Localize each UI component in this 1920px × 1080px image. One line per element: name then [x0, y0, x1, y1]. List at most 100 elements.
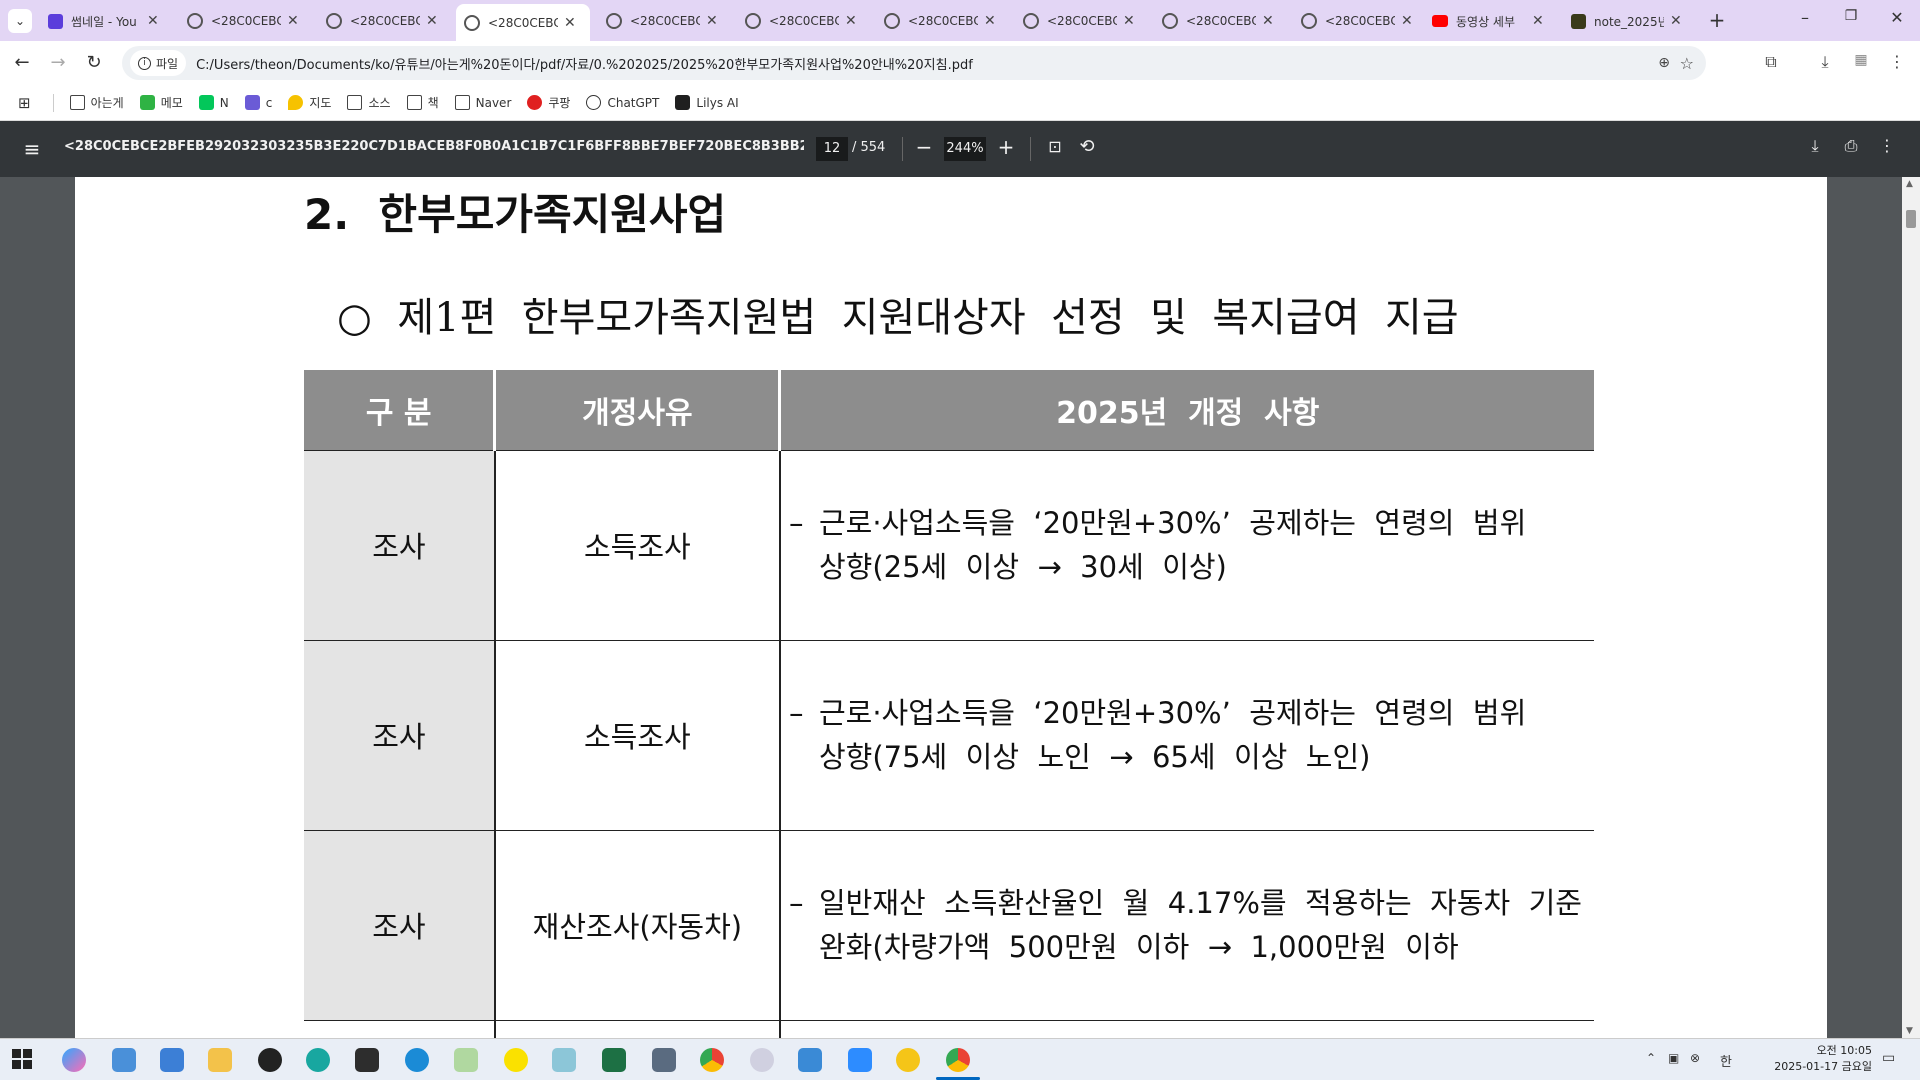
close-icon[interactable]: ✕	[147, 13, 159, 29]
scroll-down-arrow[interactable]: ▼	[1906, 1026, 1913, 1036]
bookmark-star-icon[interactable]: ☆	[1680, 54, 1694, 73]
app-icon[interactable]	[798, 1048, 822, 1072]
app-icon[interactable]	[306, 1048, 330, 1072]
scroll-up-arrow[interactable]: ▲	[1906, 179, 1913, 189]
copilot-icon[interactable]	[62, 1048, 86, 1072]
tab-2[interactable]: <28C0CEBCE ✕	[318, 6, 448, 36]
close-icon[interactable]: ✕	[426, 13, 438, 29]
notepad-icon[interactable]	[160, 1048, 184, 1072]
apps-grid-icon[interactable]: ⊞	[18, 94, 31, 112]
restore-button[interactable]: ❐	[1836, 8, 1866, 32]
site-info-chip[interactable]: i 파일	[130, 50, 187, 76]
minimize-button[interactable]: –	[1790, 8, 1820, 32]
start-button[interactable]	[12, 1049, 32, 1069]
tab-6[interactable]: <28C0CEBCE ✕	[876, 6, 1006, 36]
scrollbar-thumb[interactable]	[1906, 210, 1916, 228]
chrome-icon[interactable]	[946, 1048, 970, 1072]
page-number-input[interactable]: 12	[816, 137, 848, 161]
zoom-icon[interactable]: ⊕	[1658, 55, 1670, 71]
menu-button[interactable]: ⋮	[1886, 52, 1908, 74]
tab-7[interactable]: <28C0CEBCE ✕	[1015, 6, 1145, 36]
back-button[interactable]: ←	[10, 51, 34, 75]
globe-icon	[1301, 13, 1317, 29]
bookmark-item[interactable]: Naver	[454, 95, 511, 110]
bookmark-item[interactable]: 메모	[139, 94, 183, 111]
tab-10[interactable]: 동영상 세부 ✕	[1424, 6, 1554, 36]
more-vert-icon: ⋮	[1879, 136, 1895, 155]
close-icon[interactable]: ✕	[1670, 13, 1682, 29]
ime-indicator[interactable]: 한	[1720, 1051, 1732, 1070]
davinci-icon[interactable]	[355, 1048, 379, 1072]
chevron-down-icon: ⌄	[14, 14, 26, 28]
url-text[interactable]: C:/Users/theon/Documents/ko/유튜브/아는게%20돈이…	[196, 54, 973, 73]
app-icon[interactable]	[112, 1048, 136, 1072]
fit-page-icon: ⊡	[1048, 137, 1062, 156]
reload-button[interactable]: ↻	[82, 51, 106, 75]
pdf-viewport[interactable]: 2. 한부모가족지원사업 ○ 제1편 한부모가족지원법 지원대상자 선정 및 복…	[0, 177, 1920, 1038]
zoom-level-input[interactable]: 244%	[944, 137, 986, 161]
calculator-icon[interactable]	[652, 1048, 676, 1072]
close-icon[interactable]: ✕	[1123, 13, 1135, 29]
tab-9[interactable]: <28C0CEBCE ✕	[1293, 6, 1423, 36]
clock[interactable]: 오전 10:05 2025-01-17 금요일	[1762, 1043, 1872, 1075]
tray-icon[interactable]: ▣	[1668, 1051, 1679, 1065]
profile-button[interactable]: ▦	[1850, 52, 1872, 74]
coupang-icon	[527, 95, 543, 110]
tab-11[interactable]: note_2025년 ✕	[1563, 6, 1693, 36]
close-icon[interactable]: ✕	[706, 13, 718, 29]
bookmark-item[interactable]: c	[244, 95, 272, 110]
close-icon[interactable]: ✕	[984, 13, 996, 29]
excel-icon[interactable]	[602, 1048, 626, 1072]
close-icon[interactable]: ✕	[1262, 13, 1274, 29]
bookmark-item[interactable]: 쿠팡	[527, 94, 570, 111]
downloads-button[interactable]: ⤓	[1814, 52, 1836, 74]
extensions-button[interactable]: ⧉	[1760, 52, 1782, 74]
fit-page-button[interactable]: ⊡	[1044, 137, 1066, 159]
edge-icon[interactable]	[405, 1048, 429, 1072]
close-window-button[interactable]: ✕	[1882, 8, 1912, 32]
zoom-in-button[interactable]: +	[994, 135, 1018, 161]
rotate-button[interactable]: ⟲	[1076, 136, 1098, 158]
new-tab-button[interactable]: +	[1705, 8, 1729, 32]
pdf-more-button[interactable]: ⋮	[1876, 136, 1898, 158]
tab-search-button[interactable]: ⌄	[8, 9, 32, 33]
close-icon[interactable]: ✕	[287, 13, 299, 29]
tab-0[interactable]: 썸네일 - You ✕	[40, 6, 170, 36]
bookmark-item[interactable]: 책	[406, 94, 439, 111]
tab-1[interactable]: <28C0CEBCE ✕	[179, 6, 309, 36]
zoom-icon[interactable]	[848, 1048, 872, 1072]
bookmark-item[interactable]: 지도	[288, 94, 331, 111]
bookmark-item[interactable]: N	[198, 95, 229, 110]
bookmark-item[interactable]: Lilys AI	[675, 95, 739, 110]
app-icon[interactable]	[454, 1048, 478, 1072]
zoom-out-button[interactable]: −	[912, 135, 936, 161]
bookmark-item[interactable]: 소스	[347, 94, 391, 111]
tab-3-active[interactable]: <28C0CEBCE ✕	[456, 4, 590, 41]
tab-8[interactable]: <28C0CEBCE ✕	[1154, 6, 1284, 36]
notification-button[interactable]: ▭	[1882, 1050, 1895, 1066]
app-icon[interactable]	[552, 1048, 576, 1072]
tray-chevron-up-icon[interactable]: ⌃	[1646, 1051, 1656, 1065]
kakaotalk-icon[interactable]	[504, 1048, 528, 1072]
folder-icon	[347, 95, 363, 110]
forward-button[interactable]: →	[46, 51, 70, 75]
sidebar-toggle-button[interactable]: ≡	[20, 137, 44, 161]
bookmark-item[interactable]: ChatGPT	[586, 95, 659, 110]
pdf-download-button[interactable]: ⤓	[1804, 136, 1826, 158]
player-icon[interactable]	[896, 1048, 920, 1072]
print-button[interactable]: ⎙	[1840, 136, 1862, 158]
tab-5[interactable]: <28C0CEBCE ✕	[737, 6, 867, 36]
close-icon[interactable]: ✕	[1532, 13, 1544, 29]
tab-4[interactable]: <28C0CEBCE ✕	[598, 6, 728, 36]
close-icon[interactable]: ✕	[845, 13, 857, 29]
bookmark-item[interactable]: 아는게	[69, 94, 124, 111]
file-explorer-icon[interactable]	[208, 1048, 232, 1072]
record-icon[interactable]	[258, 1048, 282, 1072]
vertical-scrollbar[interactable]: ▲ ▼	[1902, 177, 1920, 1038]
close-icon[interactable]: ✕	[564, 15, 576, 31]
tray-icon[interactable]: ⊗	[1690, 1051, 1700, 1065]
app-icon[interactable]	[750, 1048, 774, 1072]
omnibox[interactable]: i 파일 C:/Users/theon/Documents/ko/유튜브/아는게…	[122, 46, 1706, 80]
chrome-icon[interactable]	[700, 1048, 724, 1072]
close-icon[interactable]: ✕	[1401, 13, 1413, 29]
